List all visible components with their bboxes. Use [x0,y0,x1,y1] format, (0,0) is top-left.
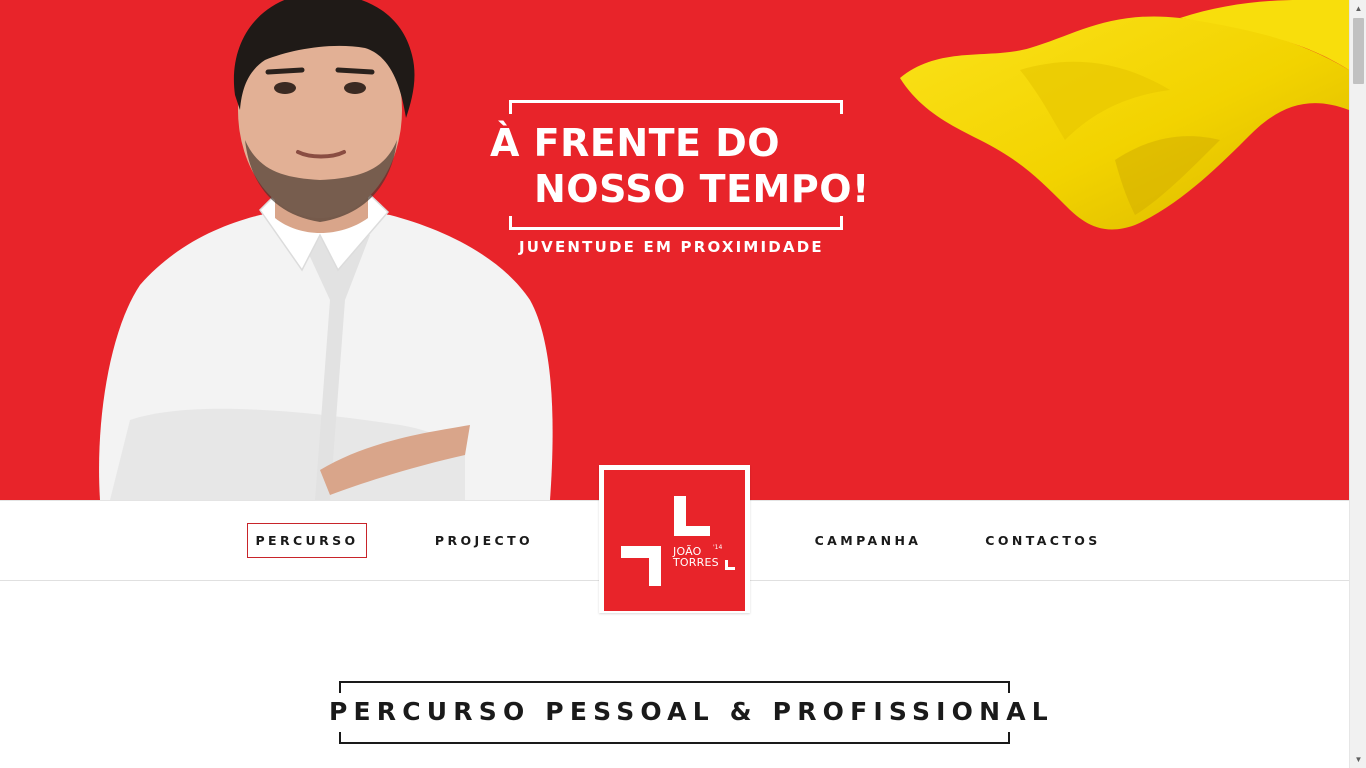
hero-subline: JUVENTUDE EM PROXIMIDADE [519,238,824,256]
scroll-up-arrow-icon[interactable]: ▲ [1350,0,1366,17]
yellow-fabric-image [900,0,1349,230]
scroll-down-arrow-icon[interactable]: ▼ [1350,751,1366,768]
section-title: PERCURSO PESSOAL & PROFISSIONAL [329,697,1054,726]
page-scrollbar[interactable]: ▲ ▼ [1349,0,1366,768]
nav-item-percurso[interactable]: PERCURSO [247,523,367,558]
hero-banner: À FRENTE DO NOSSO TEMPO! JUVENTUDE EM PR… [0,0,1349,500]
headline-line-1: À FRENTE DO [490,121,781,165]
nav-item-projecto[interactable]: PROJECTO [425,523,543,558]
logo-name-line-2: TORRES [673,556,719,569]
headline-line-2: NOSSO TEMPO! [534,167,870,211]
nav-item-contactos[interactable]: CONTACTOS [976,523,1110,558]
corner-brackets-icon [621,496,735,586]
candidate-photo [99,0,553,500]
brand-logo[interactable] [599,465,750,613]
logo-name: JOÃO TORRES [673,546,719,568]
logo-year: '14 [713,544,723,551]
scrollbar-thumb[interactable] [1353,18,1364,84]
nav-item-campanha[interactable]: CAMPANHA [806,523,930,558]
logo-mark [604,470,745,611]
